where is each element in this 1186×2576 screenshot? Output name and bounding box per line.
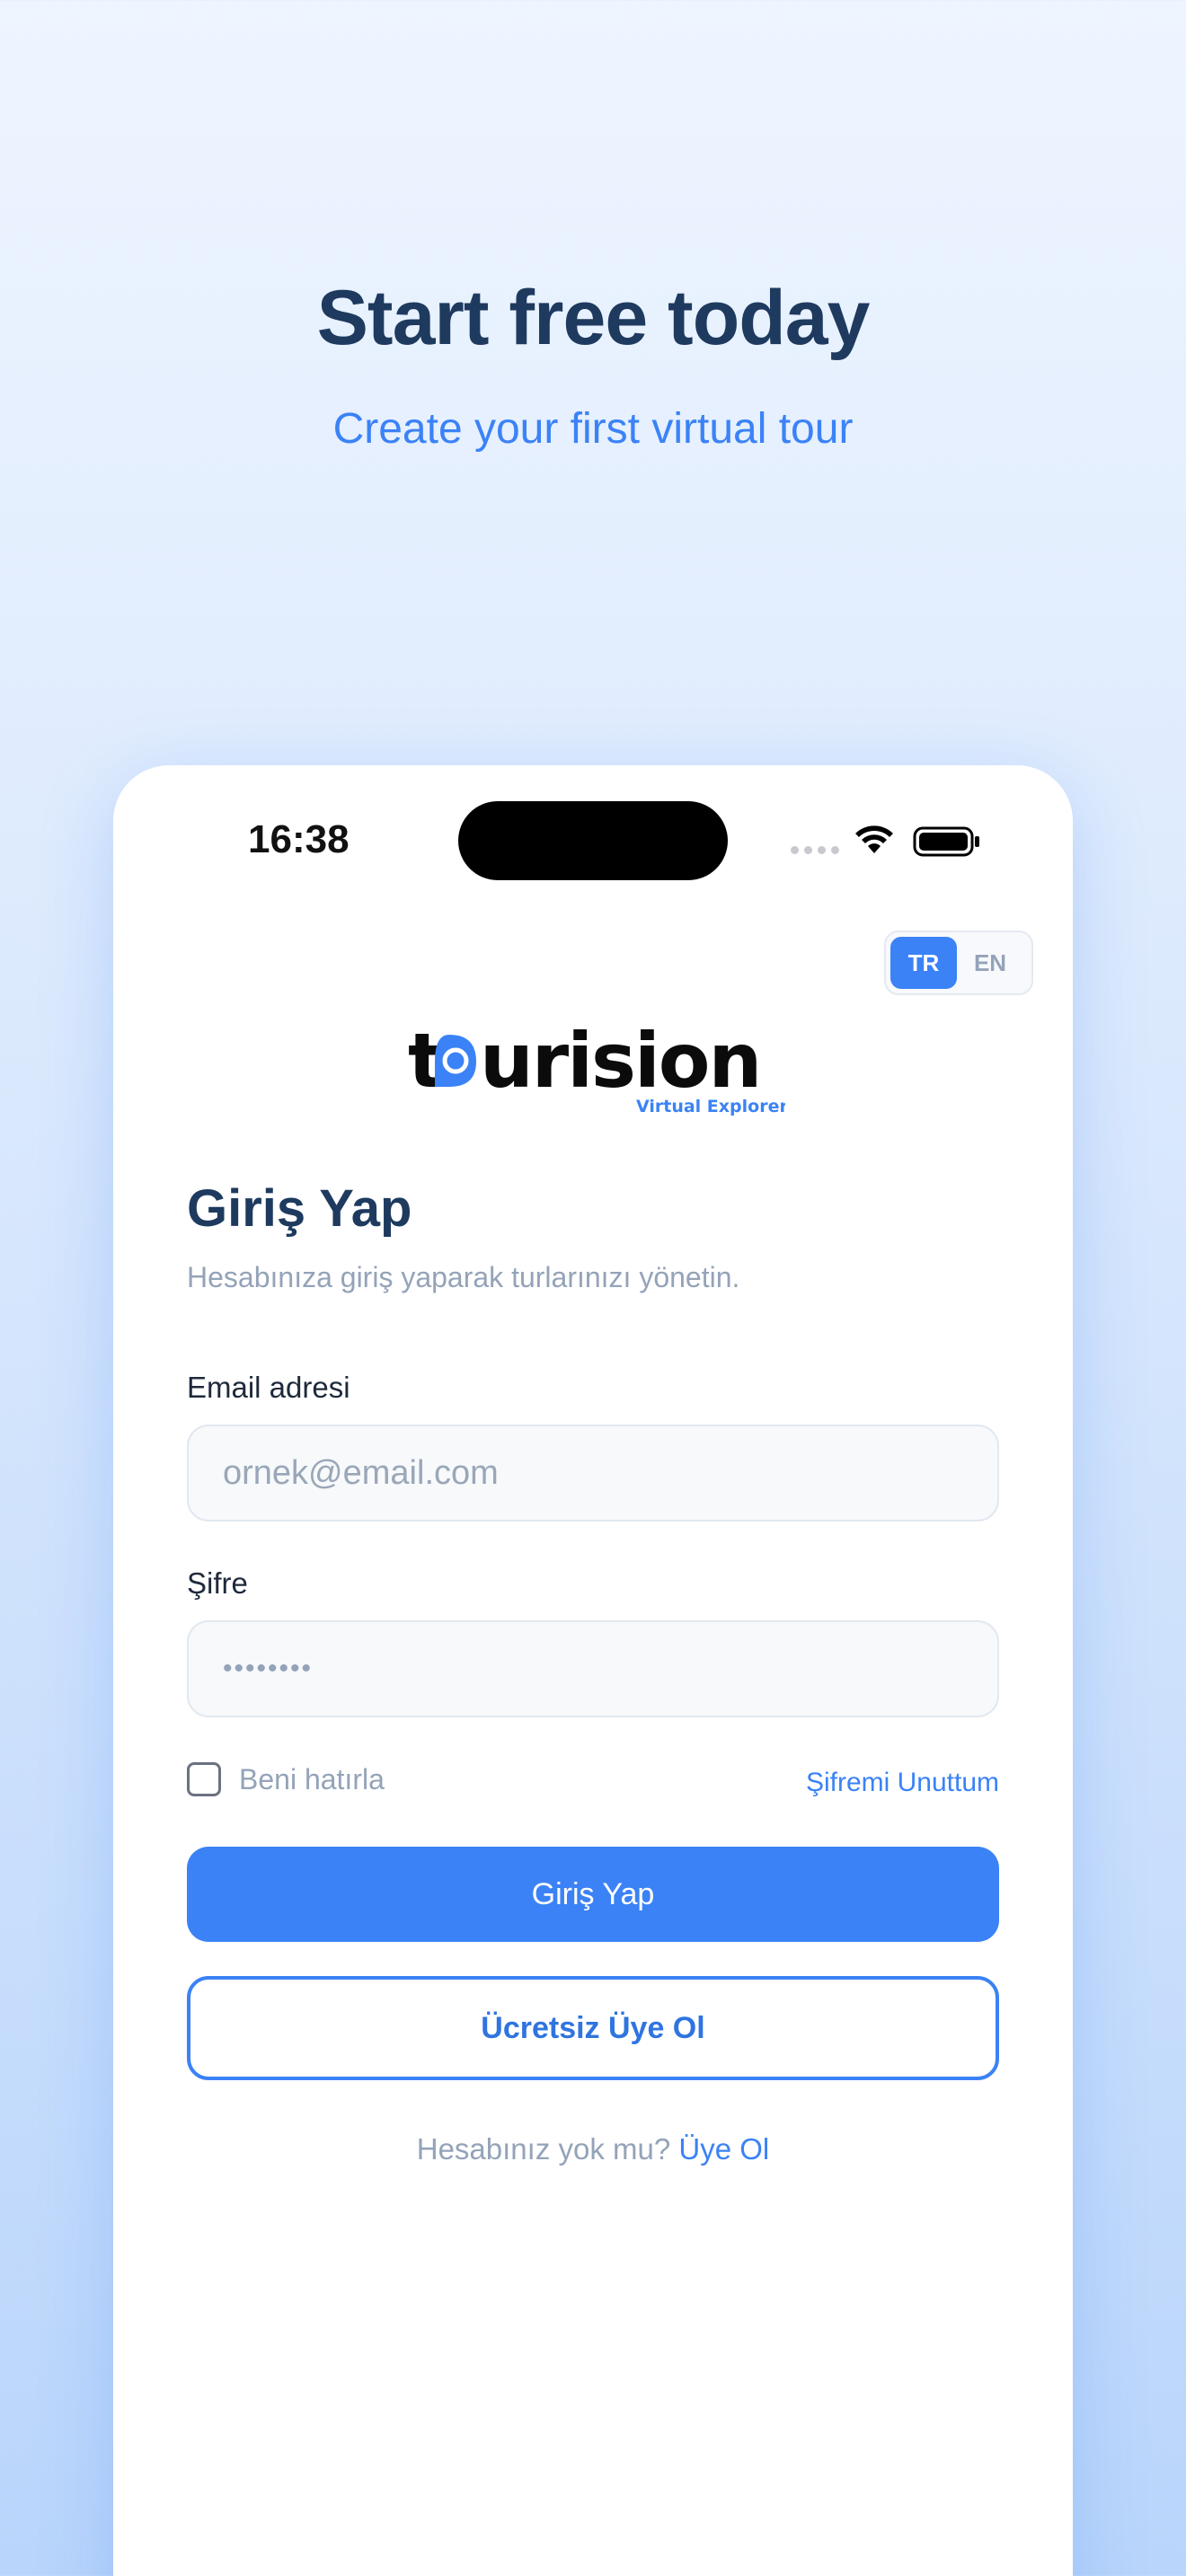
status-time: 16:38 [248, 817, 350, 861]
logo-wordmark: urision [480, 1017, 760, 1105]
remember-me[interactable]: Beni hatırla [187, 1762, 385, 1796]
remember-checkbox[interactable] [187, 1762, 221, 1796]
email-label: Email adresi [187, 1371, 350, 1404]
forgot-password-link[interactable]: Şifremi Unuttum [806, 1768, 999, 1798]
wifi-icon [855, 825, 893, 853]
page-title: Giriş Yap [187, 1179, 412, 1238]
hero-subtitle: Create your first virtual tour [332, 405, 854, 453]
signup-free-button[interactable]: Ücretsiz Üye Ol [187, 1976, 999, 2080]
lang-option-tr[interactable]: TR [890, 937, 957, 989]
dynamic-island [458, 801, 728, 880]
battery-icon [913, 826, 979, 857]
logo-pin-icon [435, 1035, 476, 1087]
email-field[interactable] [187, 1425, 999, 1522]
signal-icon [791, 846, 839, 854]
signup-link[interactable]: Üye Ol [678, 2132, 769, 2166]
language-toggle: TR EN [884, 931, 1033, 995]
password-field[interactable] [187, 1620, 999, 1717]
logo-tagline: Virtual Explorer [636, 1097, 785, 1116]
lang-option-en[interactable]: EN [957, 937, 1023, 989]
remember-label: Beni hatırla [239, 1762, 385, 1795]
tourision-logo: t urision Virtual Explorer [408, 1017, 785, 1116]
signup-prompt: Hesabınız yok mu? Üye Ol [113, 2132, 1073, 2166]
page-subtitle: Hesabınıza giriş yaparak turlarınızı yön… [187, 1261, 740, 1293]
login-button[interactable]: Giriş Yap [187, 1847, 999, 1942]
phone-frame: 16:38 TR EN t urision Virtual Explorer G… [113, 765, 1073, 2576]
hero-title: Start free today [316, 275, 871, 361]
signup-prompt-text: Hesabınız yok mu? [416, 2132, 671, 2166]
password-label: Şifre [187, 1566, 248, 1600]
